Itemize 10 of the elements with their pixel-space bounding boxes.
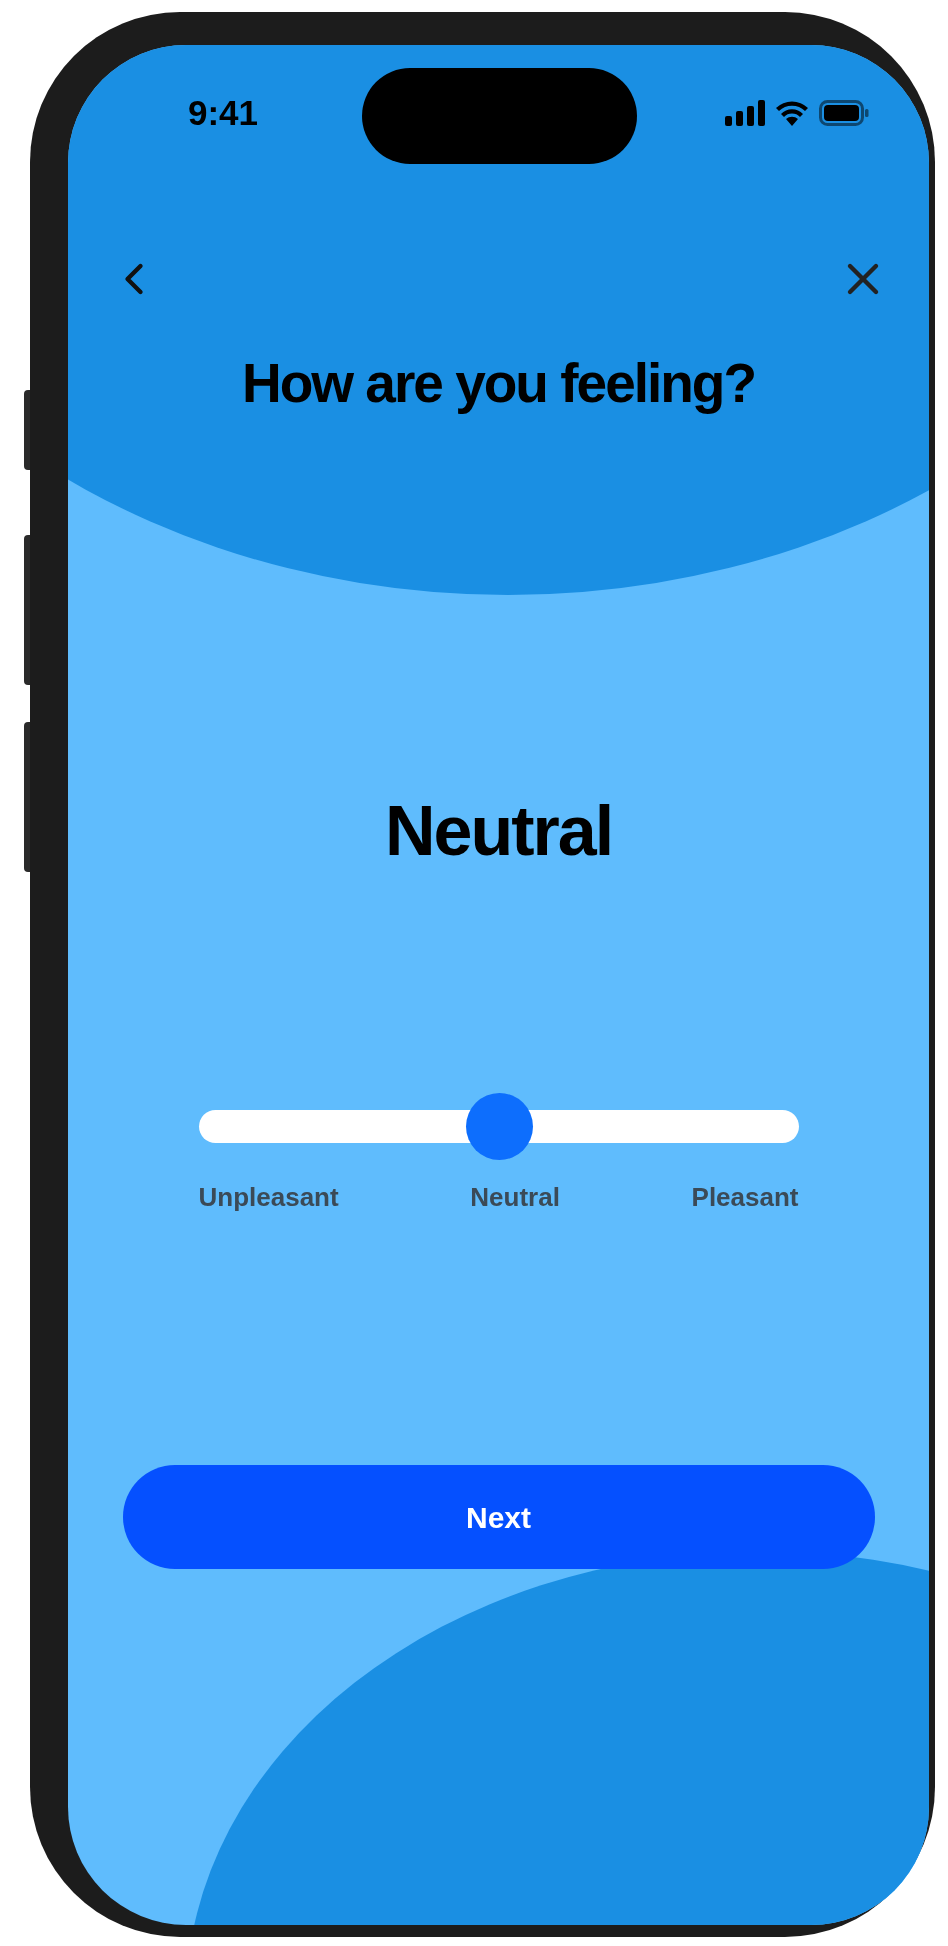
slider-label: Neutral — [470, 1181, 560, 1215]
mood-label: Neutral — [384, 790, 613, 872]
wifi-icon — [775, 100, 809, 126]
screen-title: How are you feeling? — [241, 351, 756, 416]
battery-icon — [819, 100, 869, 126]
status-time: 9:41 — [188, 91, 259, 134]
slider-label: Pleasant — [691, 1181, 799, 1215]
slider-label: Unpleasant — [198, 1181, 339, 1215]
next-button[interactable]: Next — [122, 1465, 875, 1570]
signal-icon — [725, 100, 765, 126]
